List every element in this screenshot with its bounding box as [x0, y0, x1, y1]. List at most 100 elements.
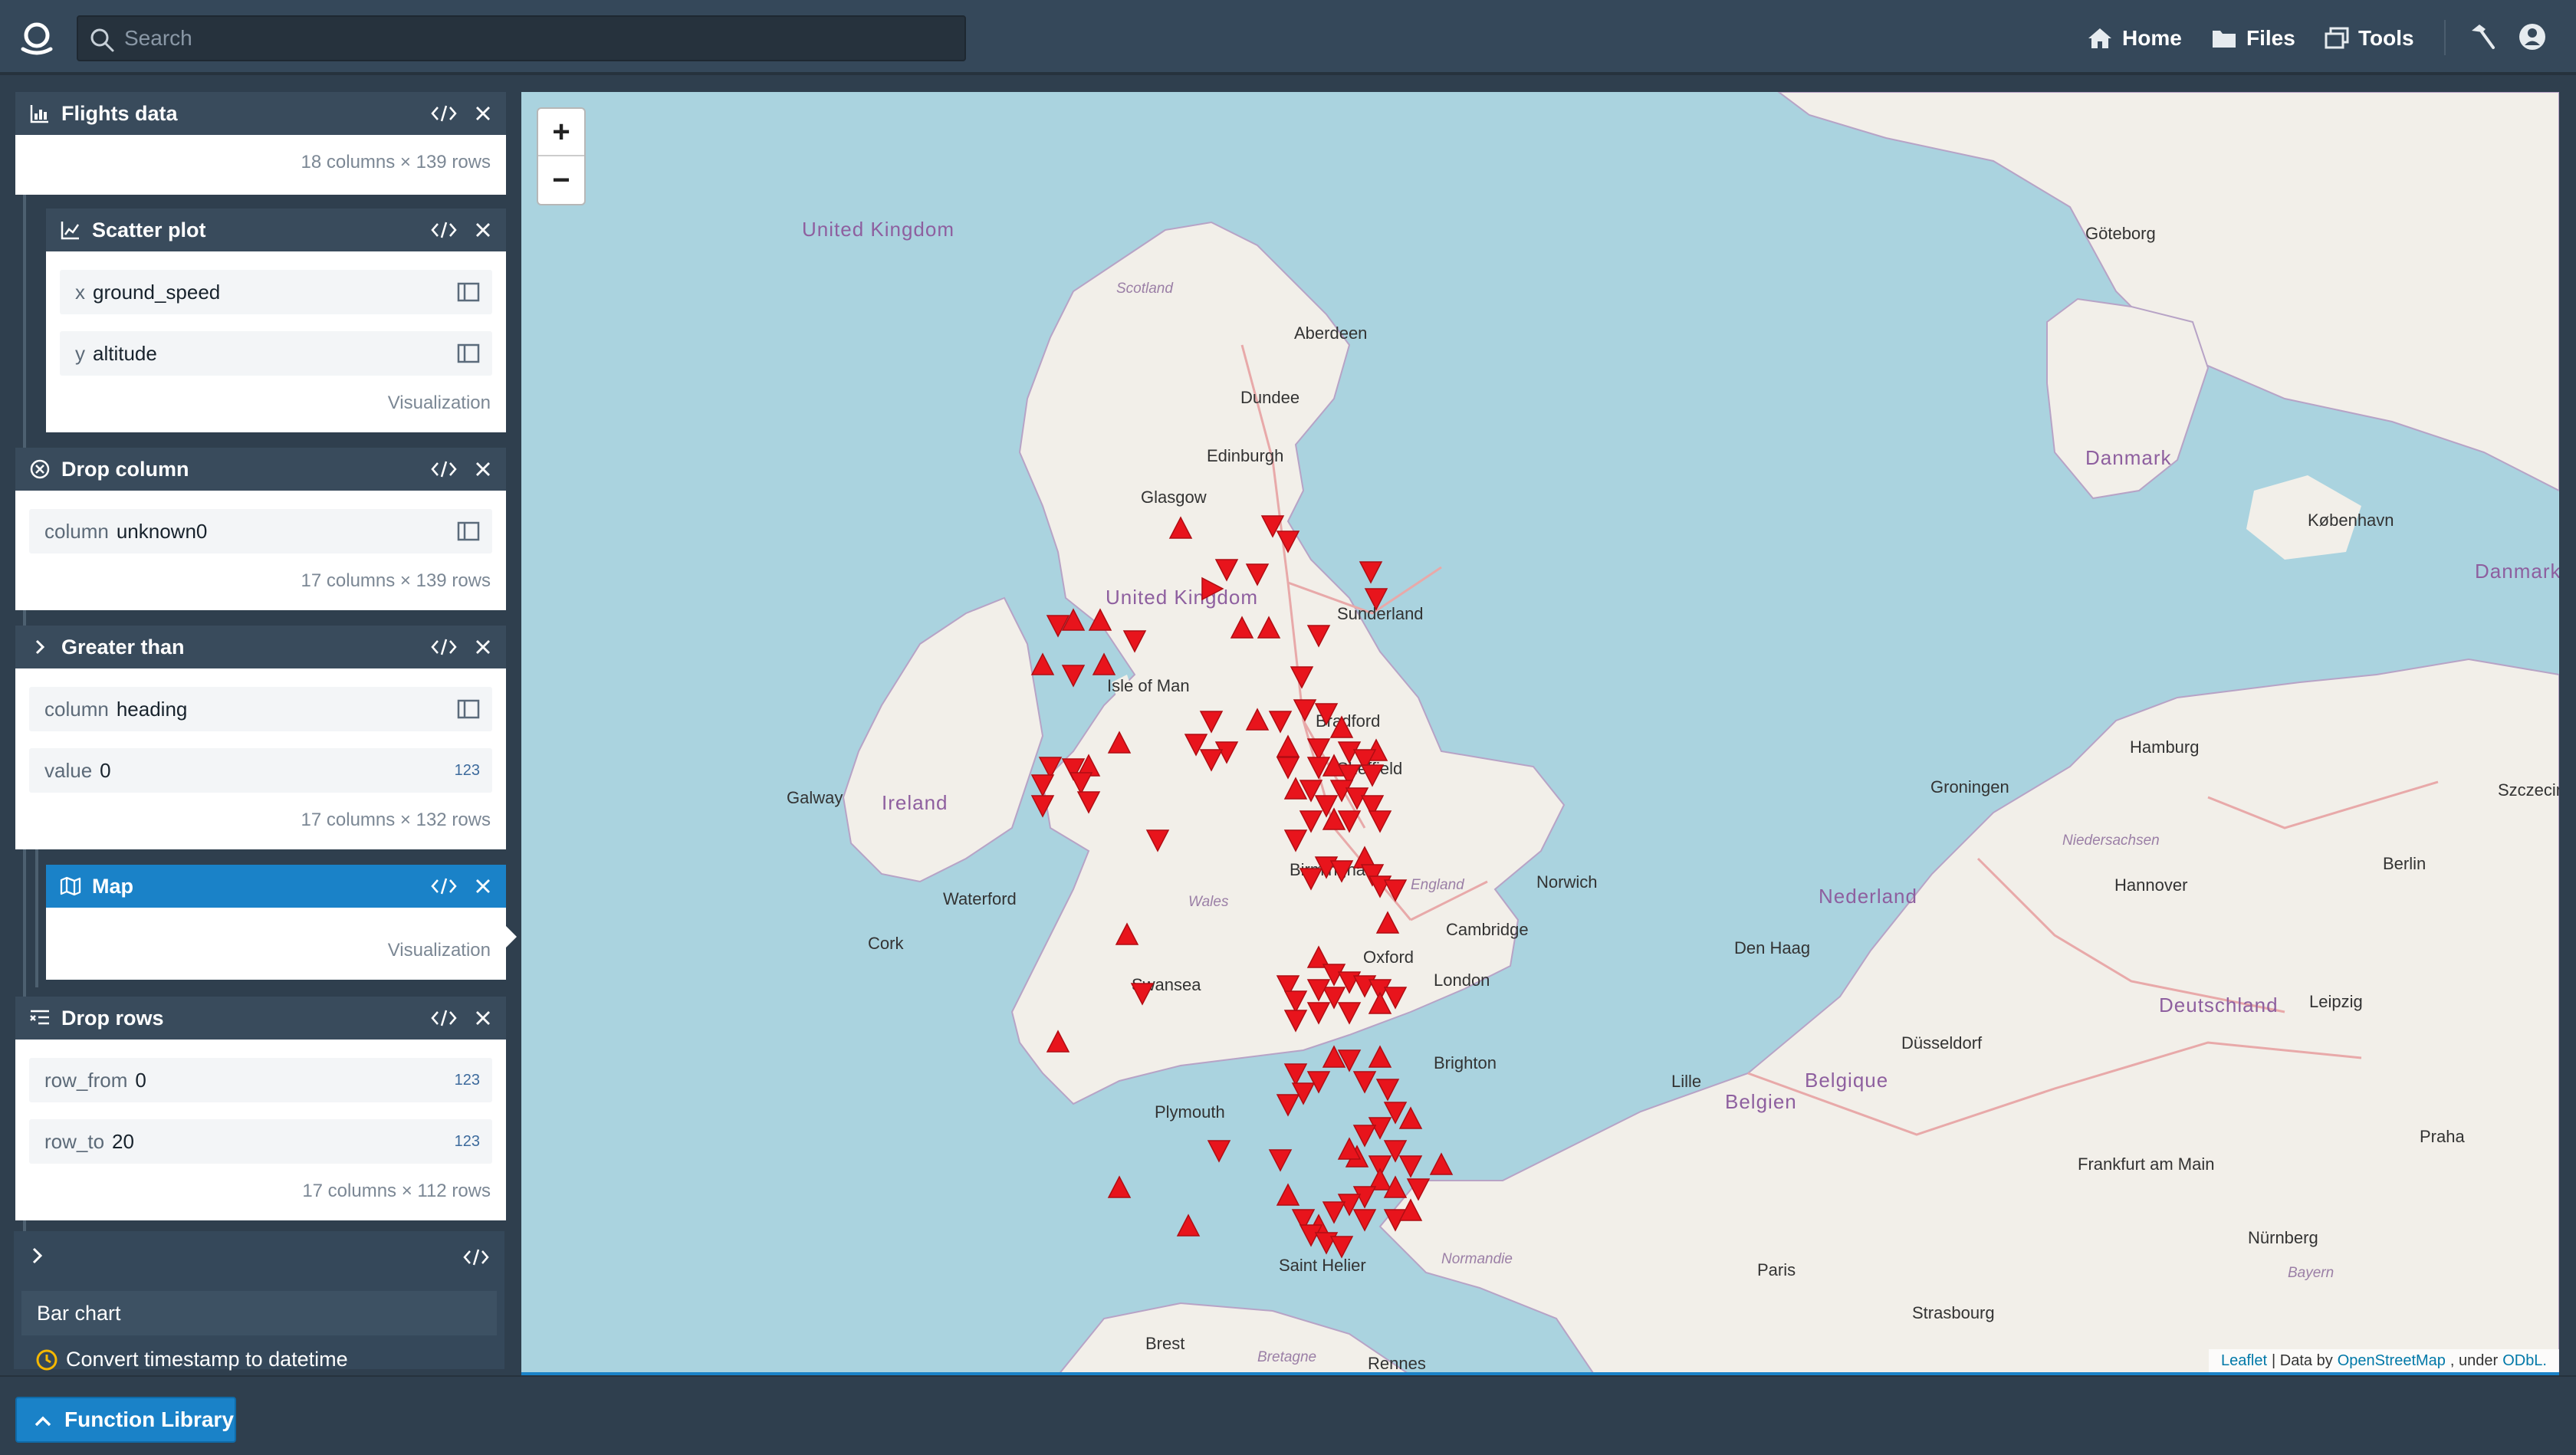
zoom-in-button[interactable]: +: [538, 109, 584, 156]
column-icon[interactable]: [457, 343, 480, 363]
nav-files[interactable]: Files: [2211, 17, 2295, 60]
nav-tools[interactable]: Tools: [2325, 17, 2414, 60]
flight-marker[interactable]: [1368, 810, 1392, 833]
flight-marker[interactable]: [1383, 879, 1408, 902]
flight-marker[interactable]: [1268, 1149, 1293, 1172]
flight-marker[interactable]: [1168, 516, 1193, 539]
close-icon[interactable]: [474, 460, 492, 478]
flight-marker[interactable]: [1398, 1106, 1423, 1129]
column-field[interactable]: column heading: [29, 687, 492, 731]
flight-marker[interactable]: [1199, 711, 1224, 734]
flight-marker[interactable]: [1092, 652, 1116, 675]
flight-marker[interactable]: [1130, 983, 1155, 1006]
flight-marker[interactable]: [1046, 1030, 1070, 1053]
flight-marker[interactable]: [1337, 1002, 1362, 1025]
flight-marker[interactable]: [1201, 576, 1224, 601]
function-library-button[interactable]: Function Library: [15, 1397, 236, 1443]
odbl-link[interactable]: ODbL.: [2502, 1352, 2547, 1370]
flight-marker[interactable]: [1368, 991, 1392, 1014]
flight-marker[interactable]: [1030, 652, 1055, 675]
osm-link[interactable]: OpenStreetMap: [2338, 1352, 2446, 1370]
flight-marker[interactable]: [1322, 1201, 1346, 1224]
flight-marker[interactable]: [1107, 731, 1132, 754]
y-field[interactable]: y altitude: [60, 331, 492, 376]
hammer-icon[interactable]: [2469, 23, 2496, 51]
code-icon[interactable]: [431, 1009, 457, 1027]
card-scatter-plot[interactable]: Scatter plot x ground_speed y altitude V…: [46, 209, 506, 432]
code-icon[interactable]: [431, 877, 457, 895]
value-field[interactable]: value 0 123: [29, 748, 492, 793]
card-header[interactable]: Drop column: [15, 448, 506, 491]
flight-marker[interactable]: [1398, 1155, 1423, 1178]
flight-marker[interactable]: [1257, 616, 1281, 639]
flight-marker[interactable]: [1329, 1236, 1354, 1259]
search-input[interactable]: [123, 17, 951, 60]
flight-marker[interactable]: [1360, 764, 1385, 787]
flight-marker[interactable]: [1069, 772, 1093, 795]
flight-markers-layer[interactable]: [521, 92, 2559, 1375]
flight-marker[interactable]: [1352, 1125, 1377, 1148]
search-box[interactable]: [77, 15, 966, 61]
flight-marker[interactable]: [1283, 1010, 1308, 1033]
flight-marker[interactable]: [1299, 810, 1323, 833]
flight-marker[interactable]: [1230, 616, 1254, 639]
flight-marker[interactable]: [1406, 1178, 1431, 1201]
column-field[interactable]: column unknown0: [29, 509, 492, 553]
flight-marker[interactable]: [1293, 699, 1317, 722]
flight-marker[interactable]: [1290, 666, 1314, 689]
leaflet-link[interactable]: Leaflet: [2221, 1352, 2267, 1370]
flight-marker[interactable]: [1306, 1002, 1331, 1025]
flight-marker[interactable]: [1214, 559, 1239, 582]
flight-marker[interactable]: [1076, 791, 1101, 814]
flight-marker[interactable]: [1207, 1140, 1231, 1163]
flight-marker[interactable]: [1276, 1094, 1300, 1117]
flight-marker[interactable]: [1352, 1209, 1377, 1232]
row-from-field[interactable]: row_from 0 123: [29, 1058, 492, 1102]
flight-marker[interactable]: [1276, 530, 1300, 553]
close-icon[interactable]: [474, 1009, 492, 1027]
app-logo-icon[interactable]: [17, 18, 57, 58]
flight-marker[interactable]: [1329, 715, 1354, 738]
flight-marker[interactable]: [1383, 987, 1408, 1010]
flight-marker[interactable]: [1061, 665, 1086, 688]
x-field[interactable]: x ground_speed: [60, 270, 492, 314]
card-header[interactable]: Map: [46, 865, 506, 908]
card-header[interactable]: Greater than: [15, 626, 506, 668]
user-icon[interactable]: [2518, 21, 2547, 52]
row-to-field[interactable]: row_to 20 123: [29, 1119, 492, 1164]
flight-marker[interactable]: [1199, 749, 1224, 772]
card-header[interactable]: Scatter plot: [46, 209, 506, 251]
flight-marker[interactable]: [1176, 1214, 1201, 1237]
flight-marker[interactable]: [1276, 1183, 1300, 1206]
flight-marker[interactable]: [1122, 630, 1147, 653]
card-greater-than[interactable]: Greater than column heading value 0 123 …: [15, 626, 506, 849]
flight-marker[interactable]: [1088, 608, 1112, 631]
close-icon[interactable]: [474, 221, 492, 239]
flight-marker[interactable]: [1364, 588, 1388, 611]
flight-marker[interactable]: [1276, 734, 1300, 757]
code-icon[interactable]: [431, 221, 457, 239]
flight-marker[interactable]: [1352, 1071, 1377, 1094]
flight-marker[interactable]: [1245, 708, 1270, 731]
column-icon[interactable]: [457, 699, 480, 719]
flight-marker[interactable]: [1283, 1063, 1308, 1086]
code-icon[interactable]: [431, 638, 457, 656]
close-icon[interactable]: [474, 104, 492, 123]
card-map[interactable]: Map Visualization: [46, 865, 506, 980]
map-view[interactable]: United Kingdom United Kingdom Ireland Da…: [521, 92, 2559, 1375]
close-icon[interactable]: [474, 877, 492, 895]
zoom-out-button[interactable]: −: [538, 156, 584, 204]
flight-marker[interactable]: [1245, 563, 1270, 586]
column-icon[interactable]: [457, 282, 480, 302]
card-header[interactable]: Flights data: [15, 92, 506, 135]
flight-marker[interactable]: [1359, 561, 1383, 584]
flight-marker[interactable]: [1329, 860, 1354, 883]
flight-marker[interactable]: [1268, 711, 1293, 734]
flight-marker[interactable]: [1030, 774, 1055, 797]
flight-marker[interactable]: [1145, 829, 1170, 852]
flight-marker[interactable]: [1299, 868, 1323, 891]
flight-marker[interactable]: [1115, 922, 1139, 945]
chevron-right-icon[interactable]: [28, 1245, 46, 1266]
card-drop-rows[interactable]: Drop rows row_from 0 123 row_to 20 123 1…: [15, 997, 506, 1220]
close-icon[interactable]: [474, 638, 492, 656]
